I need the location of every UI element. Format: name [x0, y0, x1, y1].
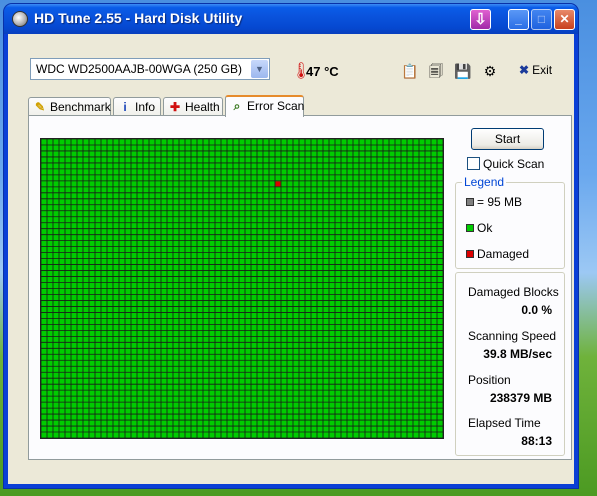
tab-error-scan[interactable]: ⌕ Error Scan — [225, 95, 304, 117]
lightbulb-icon: ✎ — [34, 100, 46, 114]
scan-stats-group: Damaged Blocks 0.0 % Scanning Speed 39.8… — [455, 272, 565, 456]
download-arrow-icon[interactable]: ⇩ — [470, 9, 491, 30]
legend-label-damaged: Damaged — [477, 247, 530, 261]
exit-button[interactable]: ✖ Exit — [519, 63, 552, 77]
app-window: HD Tune 2.55 - Hard Disk Utility ⇩ _ □ ✕… — [4, 4, 578, 488]
temperature-readout: 47 °C — [306, 64, 339, 79]
legend-title: Legend — [462, 175, 507, 189]
quick-scan-label: Quick Scan — [483, 157, 545, 171]
chevron-down-icon[interactable]: ▼ — [251, 60, 268, 78]
options-icon[interactable]: ⚙ — [480, 61, 500, 81]
scanning-speed-label: Scanning Speed — [468, 329, 557, 343]
copy-icon[interactable]: 📋 — [400, 61, 420, 81]
quick-scan-checkbox[interactable]: Quick Scan — [467, 157, 544, 171]
checkbox-box[interactable] — [467, 157, 480, 170]
legend-item-block-size: = 95 MB — [466, 195, 522, 209]
damaged-block — [275, 181, 281, 187]
legend-group: Legend = 95 MB Ok Damaged — [455, 175, 565, 269]
legend-label-ok: Ok — [477, 221, 493, 235]
title-bar[interactable]: HD Tune 2.55 - Hard Disk Utility ⇩ _ □ ✕ — [4, 4, 578, 34]
start-button[interactable]: Start — [471, 128, 544, 150]
tab-benchmark-label: Benchmark — [50, 100, 111, 114]
legend-item-damaged: Damaged — [466, 247, 529, 261]
minimize-button[interactable]: _ — [508, 9, 529, 30]
legend-swatch-gray — [466, 198, 474, 206]
close-button[interactable]: ✕ — [554, 9, 575, 30]
tab-health[interactable]: ✚ Health — [163, 97, 223, 116]
tab-info[interactable]: i Info — [113, 97, 161, 116]
maximize-button[interactable]: □ — [531, 9, 552, 30]
tab-health-label: Health — [185, 100, 220, 114]
drive-select-value: WDC WD2500AAJB-00WGA (250 GB) — [36, 62, 243, 76]
copy-screenshot-icon[interactable]: 🗐 — [426, 61, 446, 81]
tab-error-scan-label: Error Scan — [247, 99, 305, 113]
damaged-blocks-value: 0.0 % — [521, 303, 552, 317]
legend-swatch-green — [466, 224, 474, 232]
window-client-area: WDC WD2500AAJB-00WGA (250 GB) ▼ 🌡 47 °C … — [8, 34, 574, 484]
info-icon: i — [123, 100, 127, 114]
damaged-blocks-label: Damaged Blocks — [468, 285, 559, 299]
legend-item-ok: Ok — [466, 221, 492, 235]
magnifier-icon: ⌕ — [233, 99, 241, 113]
legend-label-block-size: = 95 MB — [477, 195, 523, 209]
save-icon[interactable]: 💾 — [453, 61, 473, 81]
exit-icon: ✖ — [519, 63, 530, 77]
health-cross-icon: ✚ — [169, 100, 181, 114]
exit-label: Exit — [532, 63, 553, 77]
scanning-speed-value: 39.8 MB/sec — [483, 347, 552, 361]
scan-block-grid — [40, 138, 444, 439]
tab-info-label: Info — [135, 100, 156, 114]
elapsed-time-label: Elapsed Time — [468, 416, 541, 430]
window-title: HD Tune 2.55 - Hard Disk Utility — [34, 10, 243, 26]
position-value: 238379 MB — [489, 391, 552, 405]
hd-tune-app-icon — [12, 11, 28, 27]
position-label: Position — [468, 373, 511, 387]
scan-block-map — [41, 139, 443, 438]
tab-benchmark[interactable]: ✎ Benchmark — [28, 97, 111, 116]
drive-select[interactable]: WDC WD2500AAJB-00WGA (250 GB) ▼ — [30, 58, 270, 80]
error-scan-panel: Start Quick Scan Legend = 95 MB Ok Damag… — [28, 115, 572, 460]
legend-swatch-red — [466, 250, 474, 258]
elapsed-time-value: 88:13 — [521, 434, 552, 448]
